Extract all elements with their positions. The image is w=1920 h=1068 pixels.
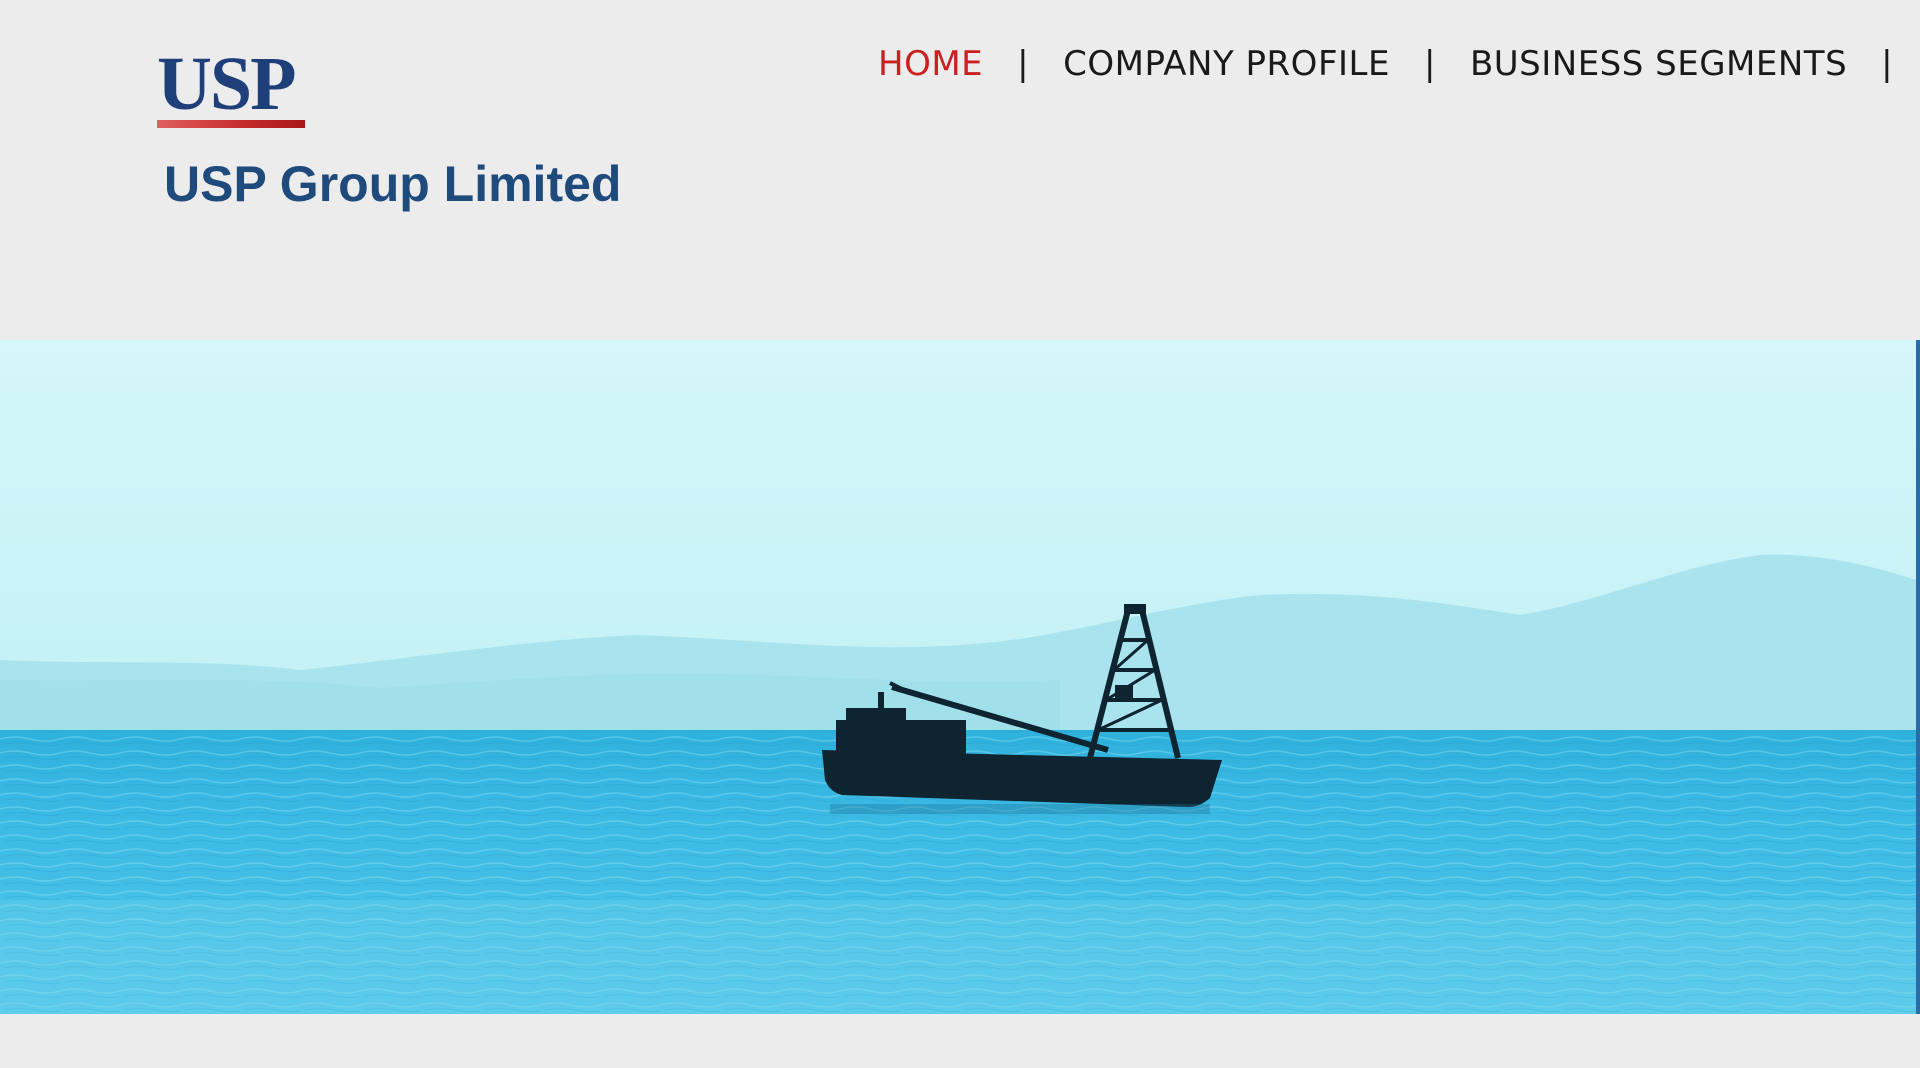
company-logo[interactable]: USP	[157, 46, 307, 128]
cargo-ship-at-sea-image	[0, 340, 1916, 1014]
nav-separator: |	[1881, 44, 1894, 84]
nav-item-home[interactable]: HOME	[878, 44, 983, 84]
nav-item-business-segments[interactable]: BUSINESS SEGMENTS	[1470, 44, 1847, 84]
nav-separator: |	[1423, 44, 1436, 84]
logo-text: USP	[157, 42, 297, 126]
main-navigation: HOME | COMPANY PROFILE | BUSINESS SEGMEN…	[878, 36, 1920, 92]
hero-banner	[0, 340, 1920, 1014]
page: USP USP Group Limited HOME | COMPANY PRO…	[0, 0, 1920, 1068]
nav-separator: |	[1017, 44, 1030, 84]
nav-item-company-profile[interactable]: COMPANY PROFILE	[1063, 44, 1390, 84]
company-name: USP Group Limited	[164, 156, 622, 212]
